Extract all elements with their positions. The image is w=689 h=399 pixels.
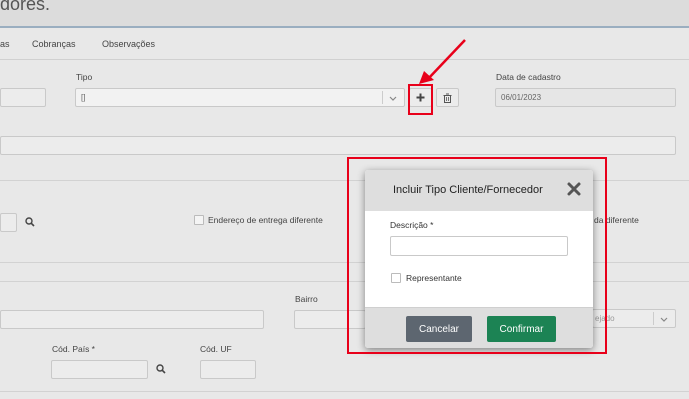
tipo-value: [] bbox=[81, 93, 86, 102]
endereco-entrega-checkbox[interactable] bbox=[194, 215, 204, 225]
search-icon[interactable] bbox=[156, 364, 166, 374]
wide-field[interactable] bbox=[0, 136, 676, 155]
page-title: dores. bbox=[0, 0, 51, 14]
divider bbox=[0, 391, 689, 392]
select-divider bbox=[653, 312, 654, 325]
cod-uf-field[interactable] bbox=[200, 360, 256, 379]
tipo-label: Tipo bbox=[76, 72, 93, 82]
tipo-select[interactable]: [] bbox=[75, 88, 405, 107]
tab-observacoes[interactable]: Observações bbox=[102, 39, 155, 49]
annotation-highlight-add-button bbox=[408, 84, 433, 115]
cod-uf-label: Cód. UF bbox=[200, 344, 232, 354]
logradouro-field[interactable] bbox=[0, 310, 264, 329]
search-icon[interactable] bbox=[25, 217, 35, 227]
data-cadastro-value: 06/01/2023 bbox=[501, 93, 542, 102]
annotation-highlight-modal bbox=[347, 157, 607, 354]
chevron-down-icon[interactable] bbox=[389, 96, 397, 101]
bairro-label: Bairro bbox=[295, 294, 318, 304]
tab-bar: as Cobranças Observações bbox=[0, 30, 689, 60]
arrow-annotation bbox=[419, 39, 466, 84]
select-divider bbox=[382, 91, 383, 104]
tab-cobrancas[interactable]: Cobranças bbox=[32, 39, 76, 49]
field-left-partial[interactable] bbox=[0, 88, 46, 107]
endereco-entrega-label: Endereço de entrega diferente bbox=[208, 215, 323, 225]
tab-partial[interactable]: as bbox=[0, 39, 10, 49]
cod-pais-label: Cód. País * bbox=[52, 344, 95, 354]
page-header: dores. bbox=[0, 0, 689, 28]
chevron-down-icon[interactable] bbox=[660, 317, 668, 322]
cep-field-partial[interactable] bbox=[0, 213, 17, 232]
cod-pais-field[interactable] bbox=[51, 360, 148, 379]
data-cadastro-label: Data de cadastro bbox=[496, 72, 561, 82]
delete-tipo-button[interactable] bbox=[436, 88, 459, 107]
trash-icon bbox=[443, 93, 452, 103]
data-cadastro-field: 06/01/2023 bbox=[495, 88, 676, 107]
